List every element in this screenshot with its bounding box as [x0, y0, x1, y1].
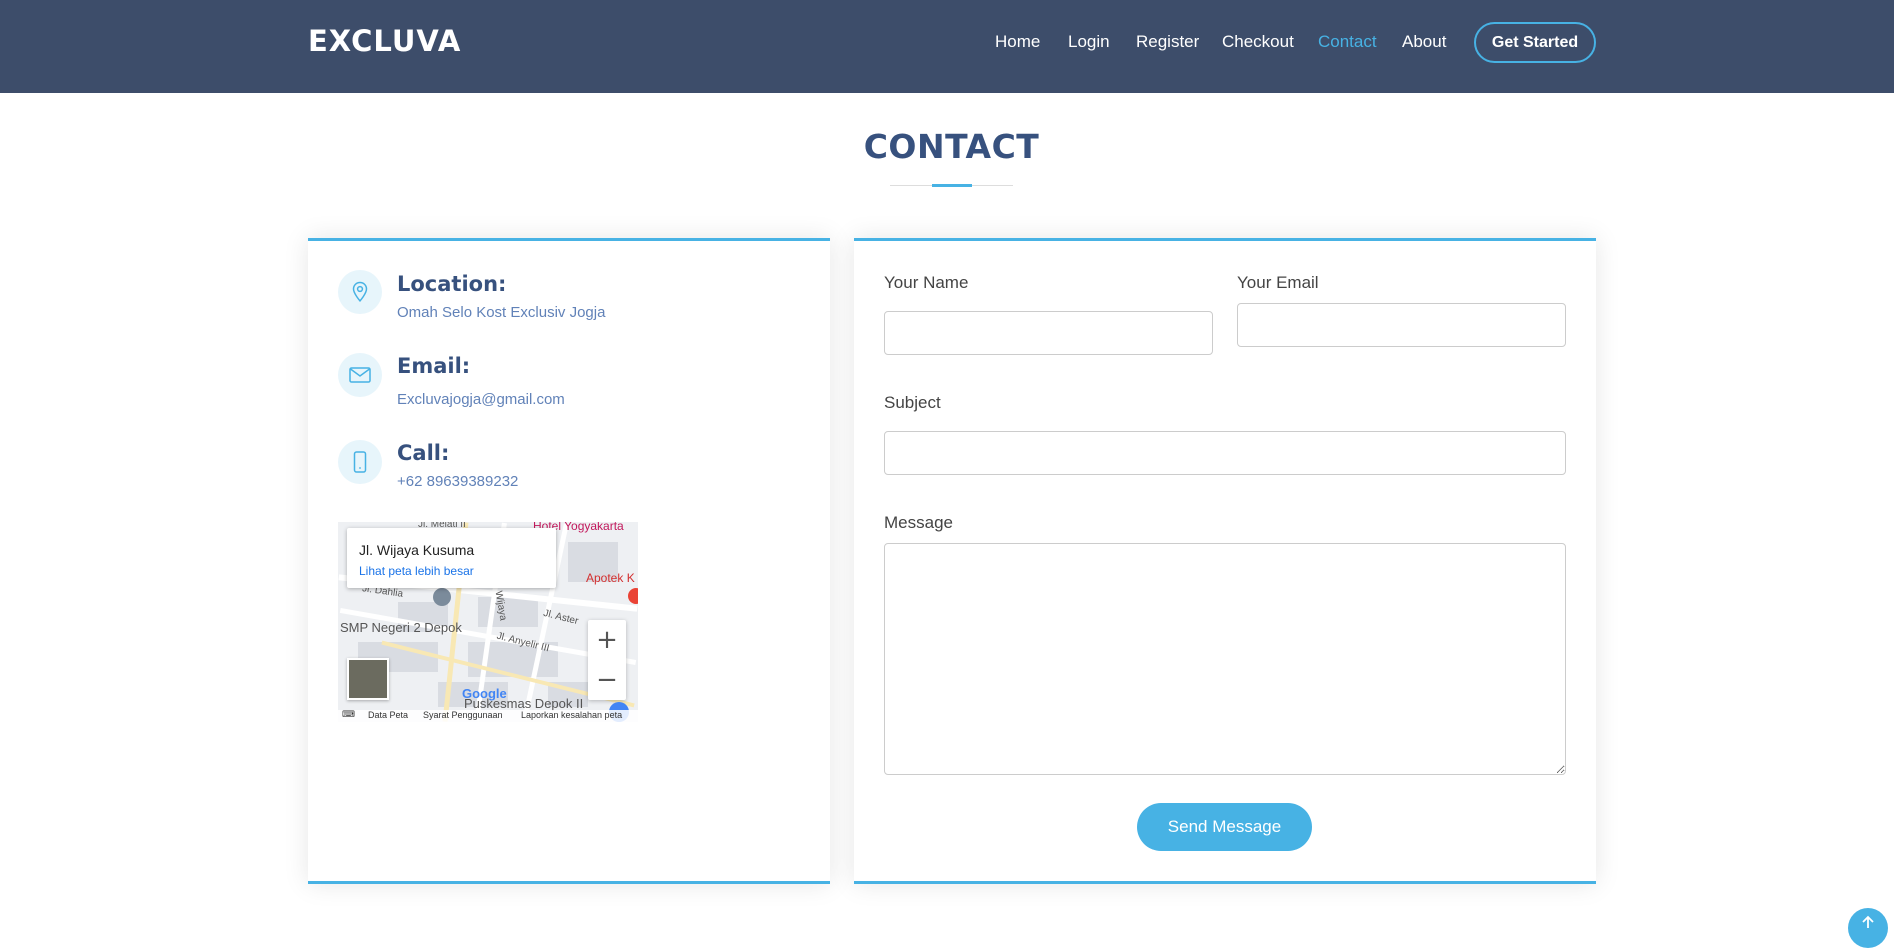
call-text[interactable]: +62 89639389232 — [397, 473, 518, 490]
envelope-icon — [338, 353, 382, 397]
map-terms-link[interactable]: Syarat Penggunaan — [423, 710, 503, 720]
pharmacy-pin-icon — [628, 588, 638, 604]
phone-icon — [338, 440, 382, 484]
satellite-toggle[interactable] — [347, 658, 389, 700]
map-place-popup: Jl. Wijaya Kusuma Lihat peta lebih besar — [347, 528, 556, 588]
subject-label: Subject — [884, 393, 941, 412]
map-zoom-controls: + − — [588, 620, 626, 700]
message-textarea[interactable] — [884, 543, 1566, 775]
email-text[interactable]: Excluvajogja@gmail.com — [397, 391, 565, 408]
name-input[interactable] — [884, 311, 1213, 355]
call-heading: Call: — [397, 441, 450, 465]
google-logo: Google — [462, 686, 507, 701]
map-label-aster: Jl. Aster — [542, 607, 580, 628]
nav-contact[interactable]: Contact — [1318, 32, 1377, 52]
school-pin-icon — [433, 588, 451, 606]
nav-about[interactable]: About — [1402, 32, 1446, 52]
email-input[interactable] — [1237, 303, 1566, 347]
title-accent-bar — [932, 184, 972, 187]
nav-home[interactable]: Home — [995, 32, 1040, 52]
map-report-link[interactable]: Laporkan kesalahan peta — [521, 710, 622, 720]
location-text: Omah Selo Kost Exclusiv Jogja — [397, 304, 606, 321]
arrow-up-icon — [1862, 915, 1874, 928]
site-logo[interactable]: EXCLUVA — [308, 24, 461, 58]
email-label: Your Email — [1237, 273, 1319, 292]
send-message-button[interactable]: Send Message — [1137, 803, 1312, 851]
map-pin-icon — [338, 270, 382, 314]
embedded-map[interactable]: Hotel Yogyakarta Jl. Melati II Apotek K … — [338, 522, 638, 722]
message-label: Message — [884, 513, 953, 532]
keyboard-icon[interactable]: ⌨ — [342, 710, 355, 720]
nav-register[interactable]: Register — [1136, 32, 1199, 52]
name-label: Your Name — [884, 273, 969, 292]
subject-input[interactable] — [884, 431, 1566, 475]
map-label-smp: SMP Negeri 2 Depok — [340, 620, 462, 635]
nav-login[interactable]: Login — [1068, 32, 1110, 52]
zoom-in-button[interactable]: + — [588, 620, 626, 660]
map-label-apotek: Apotek K — [586, 571, 635, 585]
zoom-out-button[interactable]: − — [588, 660, 626, 700]
map-larger-link[interactable]: Lihat peta lebih besar — [359, 564, 474, 578]
section-title: CONTACT — [863, 127, 1040, 166]
map-data-link[interactable]: Data Peta — [368, 710, 408, 720]
location-heading: Location: — [397, 272, 507, 296]
get-started-button[interactable]: Get Started — [1474, 22, 1596, 63]
email-heading: Email: — [397, 354, 471, 378]
map-attribution-bar: ⌨ Data Peta Syarat Penggunaan Laporkan k… — [338, 710, 638, 722]
nav-checkout[interactable]: Checkout — [1222, 32, 1294, 52]
site-header: EXCLUVA Home Login Register Checkout Con… — [0, 0, 1894, 93]
back-to-top-button[interactable] — [1848, 908, 1888, 948]
map-popup-title: Jl. Wijaya Kusuma — [359, 542, 475, 558]
